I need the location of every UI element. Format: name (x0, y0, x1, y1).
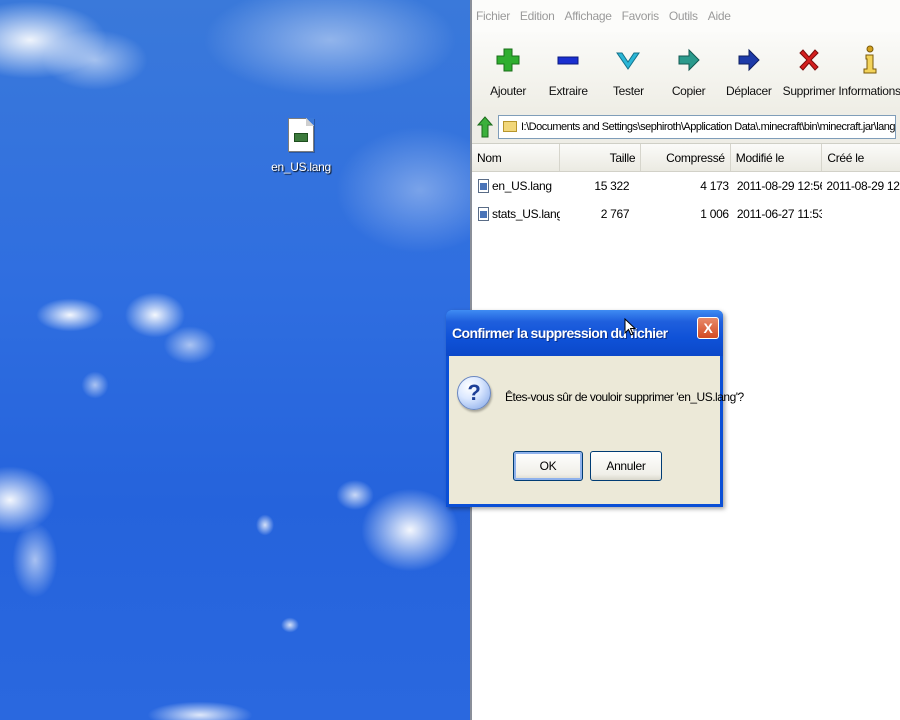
arrow-right-icon (678, 48, 700, 72)
check-icon (616, 52, 641, 70)
menu-bar: Fichier Edition Affichage Favoris Outils… (472, 0, 900, 32)
menu-favoris[interactable]: Favoris (622, 9, 660, 23)
add-button[interactable]: Ajouter (478, 32, 538, 106)
file-icon (478, 179, 489, 193)
file-compressed: 1 006 (700, 207, 729, 221)
info-button-label: Informations (838, 84, 900, 98)
info-icon (863, 45, 877, 74)
column-created[interactable]: Créé le (822, 144, 900, 171)
file-icon (478, 207, 489, 221)
menu-affichage[interactable]: Affichage (565, 9, 612, 23)
confirm-delete-dialog: Confirmer la suppression du fichier X ? … (446, 310, 744, 507)
desktop-file-icon[interactable]: en_US.lang (266, 118, 336, 174)
lang-file-icon (288, 118, 314, 152)
test-button-label: Tester (612, 84, 644, 98)
copy-button-label: Copier (671, 84, 706, 98)
arrow-right-icon (738, 48, 760, 72)
file-name: stats_US.lang (492, 207, 560, 221)
add-button-label: Ajouter (490, 84, 527, 98)
move-button[interactable]: Déplacer (719, 32, 779, 106)
column-size[interactable]: Taille (560, 144, 642, 171)
delete-button-label: Supprimer (782, 84, 836, 98)
ok-button[interactable]: OK (513, 451, 583, 481)
column-name[interactable]: Nom (472, 144, 560, 171)
x-icon (799, 49, 819, 71)
cancel-button[interactable]: Annuler (590, 451, 662, 481)
extract-button-label: Extraire (548, 84, 588, 98)
folder-icon (503, 121, 517, 132)
copy-button[interactable]: Copier (659, 32, 719, 106)
table-row[interactable]: en_US.lang 15 322 4 173 2011-08-29 12:56… (472, 172, 900, 200)
dialog-body: ? Êtes-vous sûr de vouloir supprimer 'en… (449, 356, 744, 504)
column-compressed[interactable]: Compressé (641, 144, 731, 171)
menu-outils[interactable]: Outils (669, 9, 698, 23)
table-row[interactable]: stats_US.lang 2 767 1 006 2011-06-27 11:… (472, 200, 900, 228)
mouse-cursor-icon (624, 318, 636, 336)
question-icon: ? (457, 376, 491, 410)
desktop: en_US.lang (0, 0, 470, 720)
menu-aide[interactable]: Aide (708, 9, 731, 23)
address-path: I:\Documents and Settings\sephiroth\Appl… (521, 120, 896, 133)
plus-icon (496, 48, 520, 72)
toolbar: Ajouter Extraire Tester Copier Déplacer (472, 32, 900, 110)
delete-button[interactable]: Supprimer (779, 32, 839, 106)
menu-edition[interactable]: Edition (520, 9, 555, 23)
file-created (822, 200, 900, 228)
file-modified: 2011-06-27 11:53 (736, 207, 823, 221)
extract-button[interactable]: Extraire (538, 32, 598, 106)
file-list: en_US.lang 15 322 4 173 2011-08-29 12:56… (472, 172, 900, 228)
column-modified[interactable]: Modifié le (731, 144, 823, 171)
file-list-header: Nom Taille Compressé Modifié le Créé le (472, 144, 900, 172)
minus-icon (557, 56, 579, 65)
dialog-titlebar[interactable]: Confirmer la suppression du fichier X (446, 310, 723, 356)
close-icon: X (703, 320, 713, 336)
info-button[interactable]: Informations (838, 32, 900, 106)
address-bar: I:\Documents and Settings\sephiroth\Appl… (472, 110, 900, 144)
menu-fichier[interactable]: Fichier (476, 9, 510, 23)
file-name: en_US.lang (492, 179, 552, 193)
test-button[interactable]: Tester (598, 32, 658, 106)
file-compressed: 4 173 (700, 179, 729, 193)
desktop-icon-label: en_US.lang (271, 160, 331, 174)
file-created: 2011-08-29 12 (826, 179, 900, 193)
address-input[interactable]: I:\Documents and Settings\sephiroth\Appl… (498, 114, 896, 139)
dialog-message: Êtes-vous sûr de vouloir supprimer 'en_U… (505, 390, 744, 404)
up-folder-icon[interactable] (476, 115, 494, 138)
file-size: 15 322 (594, 179, 630, 193)
move-button-label: Déplacer (725, 84, 772, 98)
file-modified: 2011-08-29 12:56 (736, 179, 823, 193)
close-button[interactable]: X (697, 317, 719, 339)
file-size: 2 767 (600, 207, 630, 221)
